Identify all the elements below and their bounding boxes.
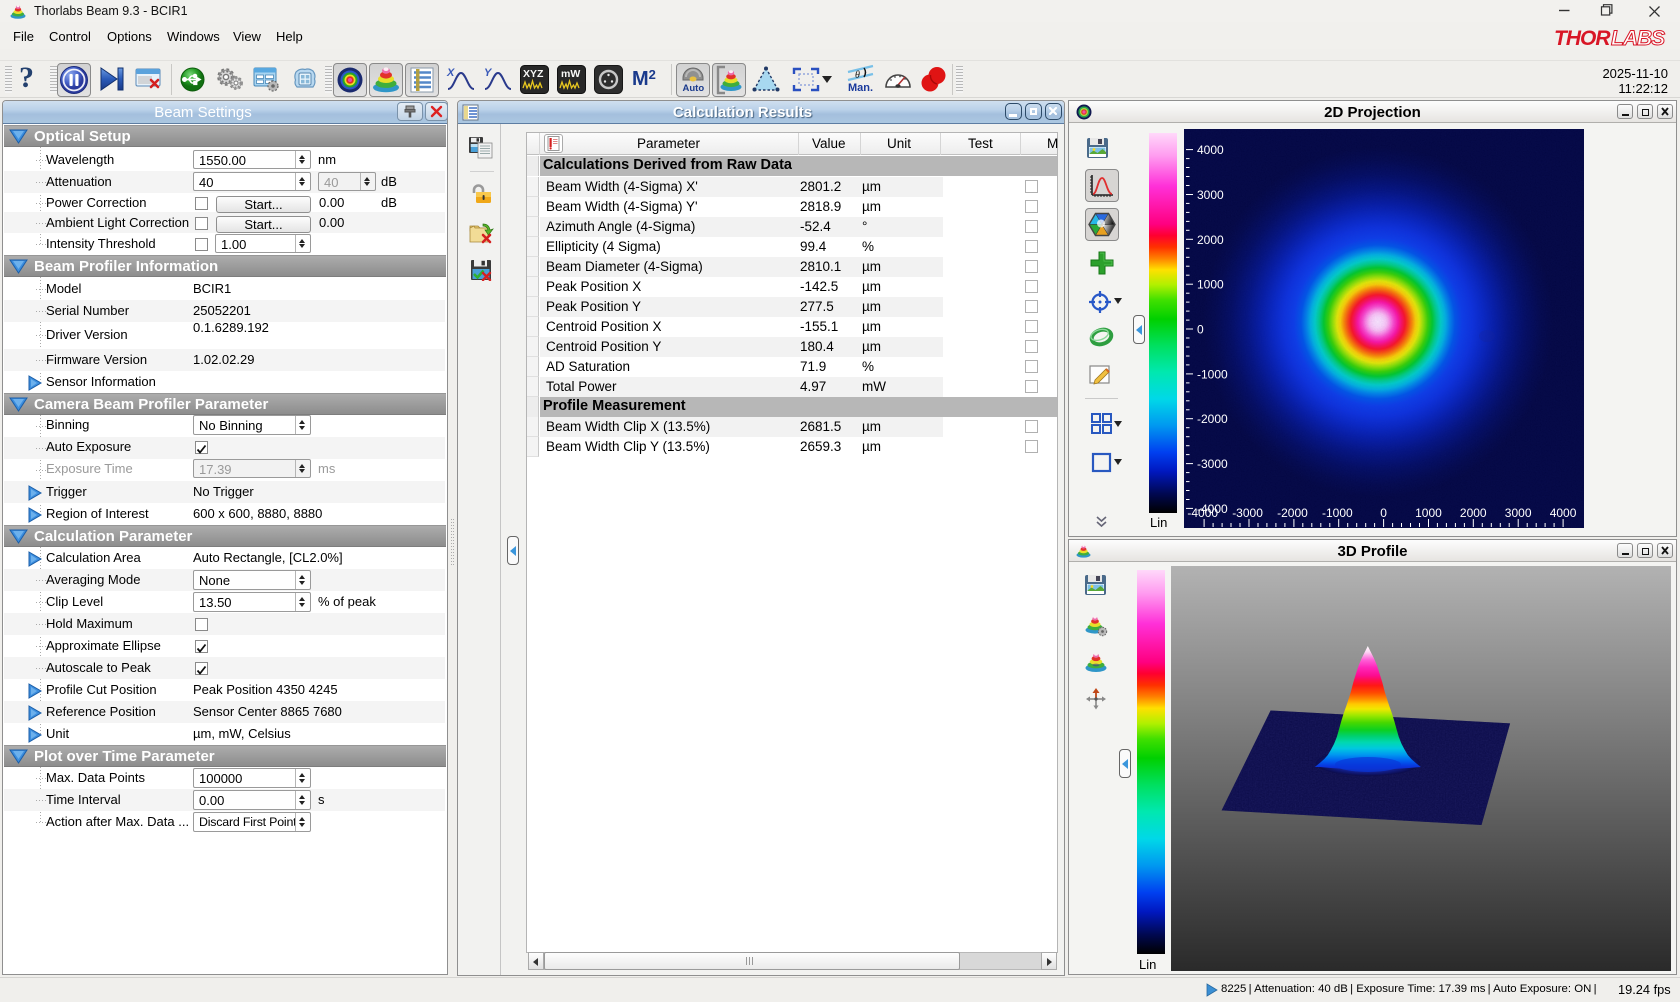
- svg-text:3000: 3000: [1197, 188, 1224, 202]
- svg-text:Y: Y: [484, 67, 493, 79]
- svg-text:THOR: THOR: [1554, 27, 1611, 50]
- svg-text:-2000: -2000: [1277, 506, 1308, 520]
- svg-text:-1000: -1000: [1322, 506, 1353, 520]
- svg-text:-1000: -1000: [1197, 367, 1228, 381]
- svg-text:mW: mW: [561, 68, 580, 80]
- svg-text:0: 0: [1380, 506, 1387, 520]
- svg-text:2000: 2000: [1197, 233, 1224, 247]
- svg-text:θ: θ: [855, 70, 860, 81]
- svg-text:X: X: [446, 67, 455, 79]
- svg-text:Man.: Man.: [848, 82, 873, 94]
- svg-text:2000: 2000: [1460, 506, 1487, 520]
- svg-text:LABS: LABS: [1611, 27, 1665, 50]
- svg-text:4000: 4000: [1550, 506, 1577, 520]
- svg-text:-4000: -4000: [1187, 506, 1218, 520]
- svg-text:1000: 1000: [1415, 506, 1442, 520]
- svg-text:3000: 3000: [1505, 506, 1532, 520]
- svg-text:1000: 1000: [1197, 278, 1224, 292]
- svg-text:-3000: -3000: [1197, 457, 1228, 471]
- svg-text:Auto: Auto: [683, 83, 705, 94]
- svg-text:XYZ: XYZ: [523, 68, 544, 80]
- svg-text:-3000: -3000: [1232, 506, 1263, 520]
- svg-text:4000: 4000: [1197, 143, 1224, 157]
- svg-text:0: 0: [1197, 323, 1204, 337]
- svg-text:-2000: -2000: [1197, 412, 1228, 426]
